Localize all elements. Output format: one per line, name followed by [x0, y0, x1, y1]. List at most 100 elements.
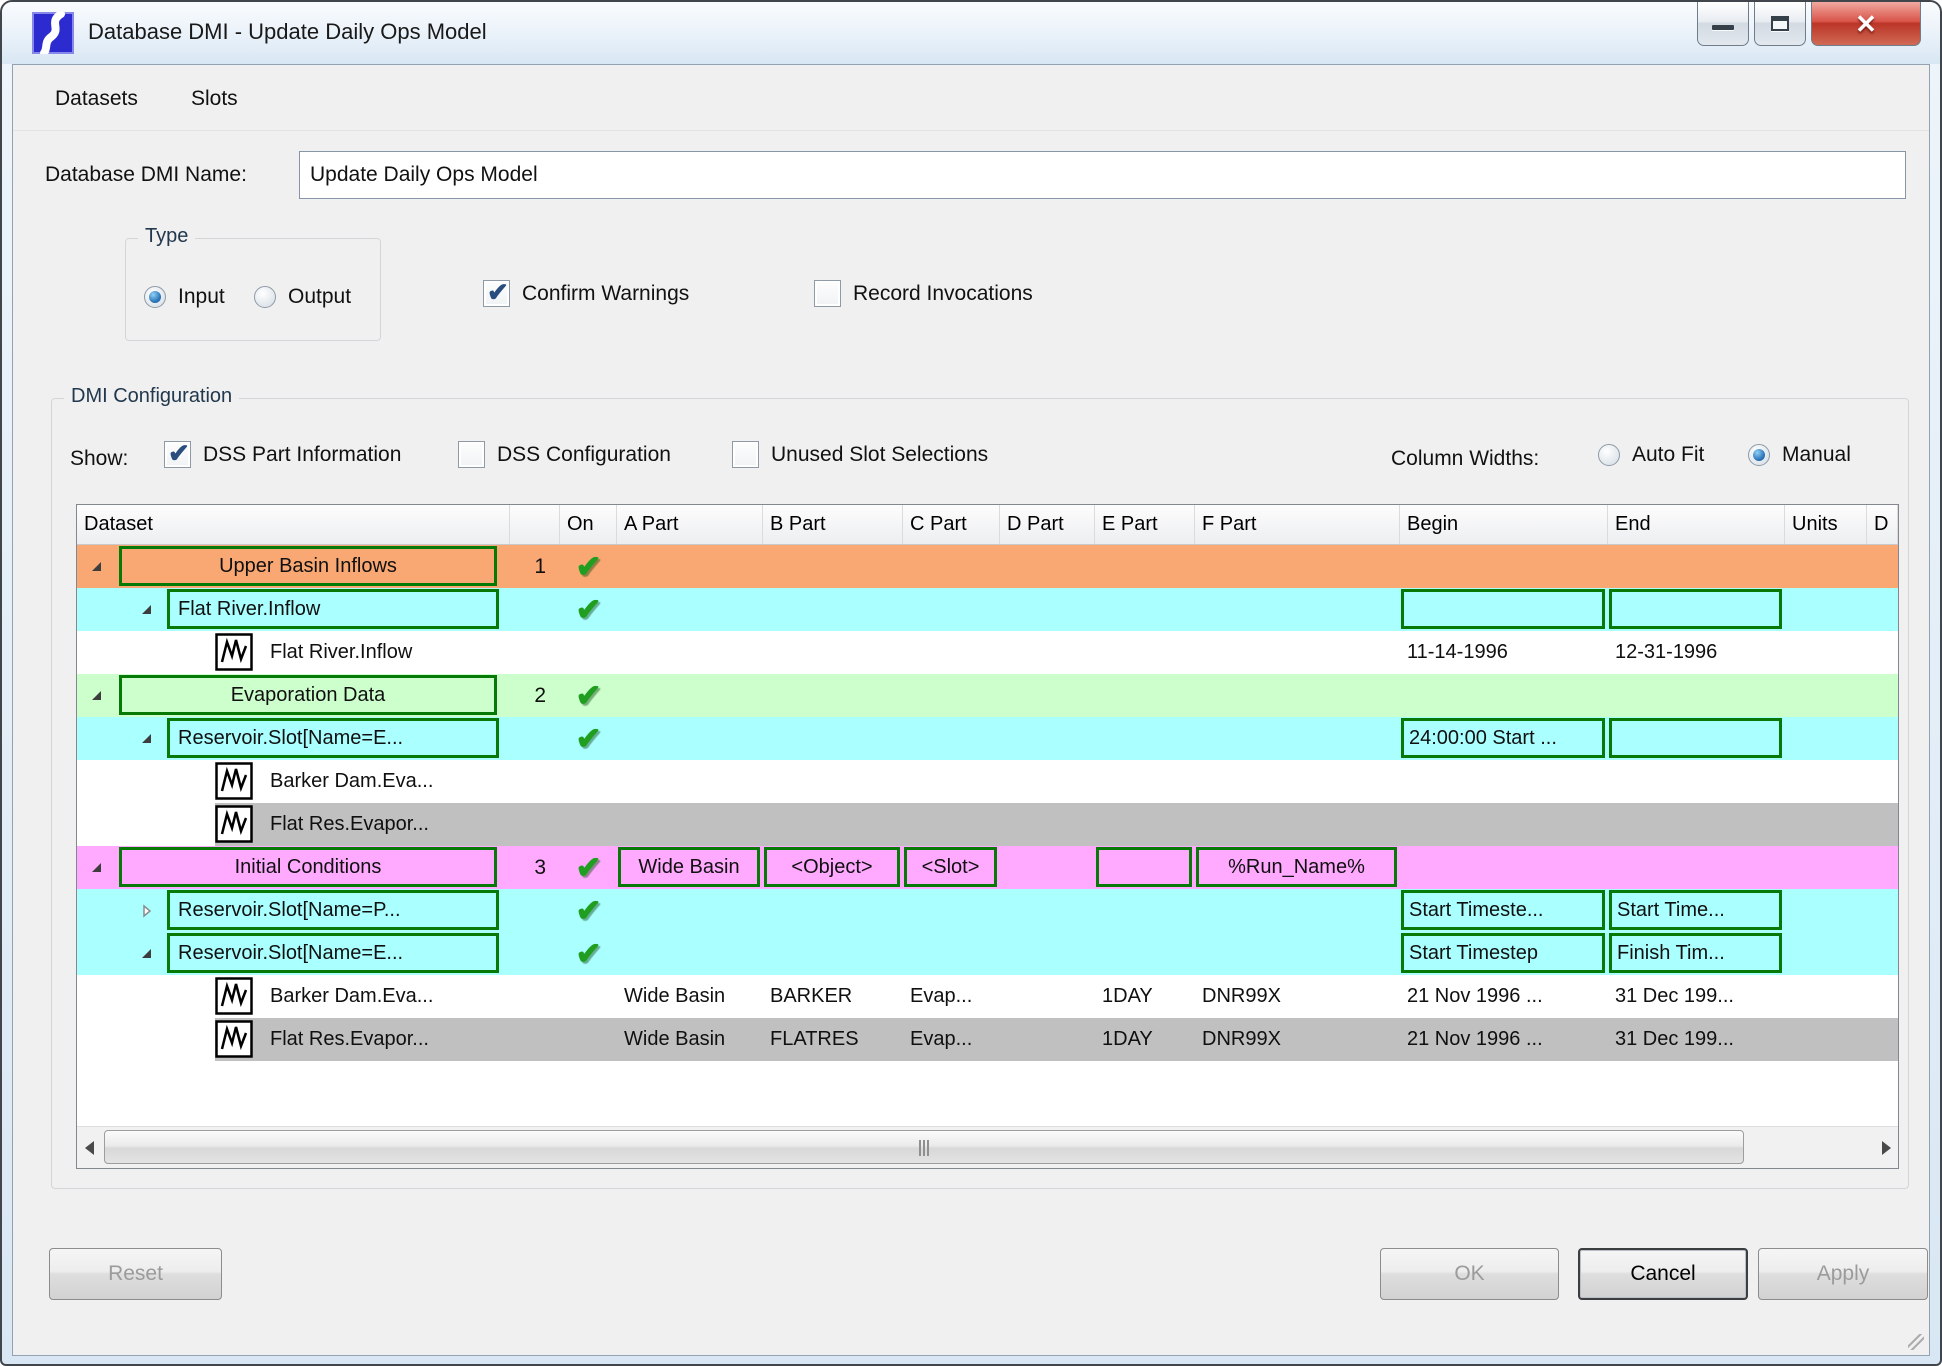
ok-button[interactable]: OK [1380, 1248, 1559, 1300]
dss-part-information-checkbox[interactable]: DSS Part Information [164, 441, 401, 468]
cell-dataset[interactable]: Flat River.Inflow [77, 588, 510, 631]
expander-collapsed-icon[interactable] [139, 902, 155, 918]
dataset-label-box[interactable]: Upper Basin Inflows [119, 546, 497, 586]
confirm-warnings-checkbox-icon[interactable] [483, 280, 510, 307]
table-row[interactable]: Initial Conditions3✔Wide Basin<Object><S… [77, 846, 1898, 889]
selection-box[interactable]: Start Timestep [1401, 933, 1605, 973]
table-row[interactable]: Barker Dam.Eva...Wide BasinBARKEREvap...… [77, 975, 1898, 1018]
selection-box[interactable]: <Object> [764, 847, 900, 887]
horizontal-scrollbar[interactable] [77, 1126, 1898, 1168]
cell-dataset[interactable]: Barker Dam.Eva... [77, 760, 510, 803]
column-header-dataset[interactable]: Dataset [77, 505, 510, 544]
on-checkmark-icon[interactable]: ✔ [576, 893, 602, 929]
radio-manual-icon[interactable] [1748, 444, 1770, 466]
selection-box[interactable] [1609, 718, 1782, 758]
column-header-c_part[interactable]: C Part [903, 505, 1000, 544]
apply-button[interactable]: Apply [1758, 1248, 1928, 1300]
radio-manual[interactable]: Manual [1748, 443, 1851, 467]
selection-box[interactable]: 24:00:00 Start ... [1401, 718, 1605, 758]
on-checkmark-icon[interactable]: ✔ [576, 721, 602, 757]
selection-box[interactable]: Wide Basin [618, 847, 760, 887]
dss-part-information-checkbox-icon[interactable] [164, 441, 191, 468]
database-dmi-name-input[interactable] [299, 151, 1906, 199]
table-row[interactable]: Reservoir.Slot[Name=E... ✔ 24:00:00 Start … [77, 717, 1898, 760]
selection-box[interactable] [1401, 589, 1605, 629]
unused-slot-selections-checkbox-icon[interactable] [732, 441, 759, 468]
on-checkmark-icon[interactable]: ✔ [576, 549, 602, 585]
dataset-label-box[interactable]: Reservoir.Slot[Name=E... [167, 933, 499, 973]
on-checkmark-icon[interactable]: ✔ [576, 936, 602, 972]
on-checkmark-icon[interactable]: ✔ [576, 678, 602, 714]
cell-dataset[interactable]: Flat Res.Evapor... [77, 1018, 510, 1061]
title-bar[interactable]: Database DMI - Update Daily Ops Model ✕ [2, 2, 1940, 64]
cell-dataset[interactable]: Barker Dam.Eva... [77, 975, 510, 1018]
cell-dataset[interactable]: Flat River.Inflow [77, 631, 510, 674]
expander-expanded-icon[interactable] [139, 730, 155, 746]
column-header-e_part[interactable]: E Part [1095, 505, 1195, 544]
dataset-label-box[interactable]: Reservoir.Slot[Name=P... [167, 890, 499, 930]
selection-box[interactable] [1096, 847, 1192, 887]
dataset-label-box[interactable]: Flat River.Inflow [167, 589, 499, 629]
cell-dataset[interactable]: Reservoir.Slot[Name=E... [77, 717, 510, 760]
column-header-begin[interactable]: Begin [1400, 505, 1608, 544]
dataset-label-box[interactable]: Evaporation Data [119, 675, 497, 715]
selection-box[interactable]: %Run_Name% [1196, 847, 1397, 887]
expander-expanded-icon[interactable] [89, 687, 105, 703]
menu-slots[interactable]: Slots [183, 83, 246, 115]
column-header-d_clipped[interactable]: D [1867, 505, 1898, 544]
table-row[interactable]: Flat River.Inflow11-14-199612-31-1996 [77, 631, 1898, 674]
column-header-b_part[interactable]: B Part [763, 505, 903, 544]
scrollbar-left-arrow[interactable] [77, 1127, 101, 1169]
column-header-on[interactable]: On [560, 505, 617, 544]
radio-input-icon[interactable] [144, 286, 166, 308]
resize-grip[interactable] [1908, 1334, 1924, 1350]
table-row[interactable]: Flat Res.Evapor...Wide BasinFLATRESEvap.… [77, 1018, 1898, 1061]
dss-configuration-checkbox-icon[interactable] [458, 441, 485, 468]
selection-box[interactable]: <Slot> [904, 847, 997, 887]
radio-auto-fit-icon[interactable] [1598, 444, 1620, 466]
radio-auto-fit[interactable]: Auto Fit [1598, 443, 1704, 467]
cell-dataset[interactable]: Upper Basin Inflows [77, 545, 510, 588]
scrollbar-thumb[interactable] [104, 1130, 1744, 1164]
table-row[interactable]: Upper Basin Inflows1✔ [77, 545, 1898, 588]
expander-expanded-icon[interactable] [89, 859, 105, 875]
dataset-label-box[interactable]: Reservoir.Slot[Name=E... [167, 718, 499, 758]
cell-dataset[interactable]: Evaporation Data [77, 674, 510, 717]
table-row[interactable]: Flat Res.Evapor... [77, 803, 1898, 846]
expander-expanded-icon[interactable] [139, 601, 155, 617]
cell-dataset[interactable]: Reservoir.Slot[Name=E... [77, 932, 510, 975]
column-header-d_part[interactable]: D Part [1000, 505, 1095, 544]
minimize-button[interactable] [1697, 2, 1749, 46]
radio-input[interactable]: Input [144, 285, 225, 309]
on-checkmark-icon[interactable]: ✔ [576, 592, 602, 628]
selection-box[interactable] [1609, 589, 1782, 629]
column-header-units[interactable]: Units [1785, 505, 1867, 544]
expander-expanded-icon[interactable] [89, 558, 105, 574]
table-row[interactable]: Evaporation Data2✔ [77, 674, 1898, 717]
table-row[interactable]: Barker Dam.Eva... [77, 760, 1898, 803]
dss-configuration-checkbox[interactable]: DSS Configuration [458, 441, 671, 468]
column-header-f_part[interactable]: F Part [1195, 505, 1400, 544]
cell-dataset[interactable]: Initial Conditions [77, 846, 510, 889]
selection-box[interactable]: Start Timeste... [1401, 890, 1605, 930]
table-row[interactable]: Flat River.Inflow ✔ [77, 588, 1898, 631]
column-header-num[interactable] [510, 505, 560, 544]
radio-output-icon[interactable] [254, 286, 276, 308]
close-button[interactable]: ✕ [1811, 2, 1921, 46]
confirm-warnings-checkbox[interactable]: Confirm Warnings [483, 280, 689, 307]
dataset-label-box[interactable]: Initial Conditions [119, 847, 497, 887]
menu-datasets[interactable]: Datasets [47, 83, 146, 115]
selection-box[interactable]: Start Time... [1609, 890, 1782, 930]
table-row[interactable]: Reservoir.Slot[Name=P... ✔ Start Timeste..… [77, 889, 1898, 932]
unused-slot-selections-checkbox[interactable]: Unused Slot Selections [732, 441, 988, 468]
record-invocations-checkbox[interactable]: Record Invocations [814, 280, 1033, 307]
cell-dataset[interactable]: Flat Res.Evapor... [77, 803, 510, 846]
column-header-end[interactable]: End [1608, 505, 1785, 544]
reset-button[interactable]: Reset [49, 1248, 222, 1300]
cell-dataset[interactable]: Reservoir.Slot[Name=P... [77, 889, 510, 932]
scrollbar-right-arrow[interactable] [1874, 1127, 1898, 1169]
column-header-a_part[interactable]: A Part [617, 505, 763, 544]
on-checkmark-icon[interactable]: ✔ [576, 850, 602, 886]
expander-expanded-icon[interactable] [139, 945, 155, 961]
radio-output[interactable]: Output [254, 285, 351, 309]
